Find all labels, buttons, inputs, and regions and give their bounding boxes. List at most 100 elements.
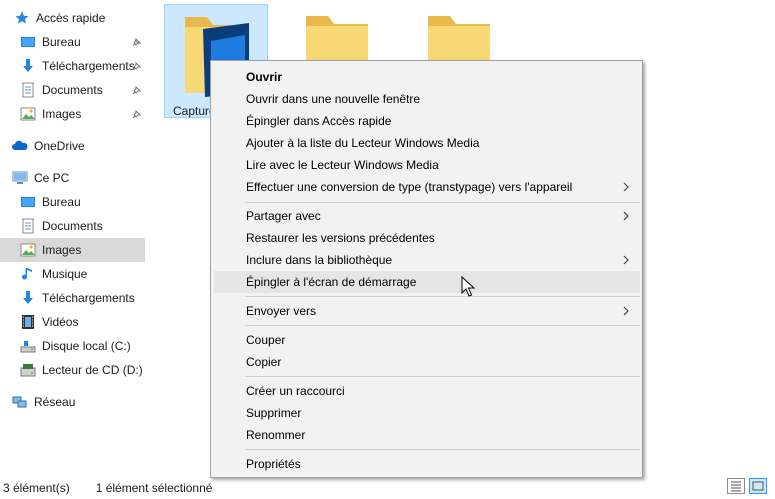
- menu-item-delete[interactable]: Supprimer: [214, 402, 640, 424]
- mouse-cursor-icon: [461, 276, 475, 297]
- menu-item-label: Copier: [246, 355, 282, 369]
- music-note-icon: [20, 266, 36, 282]
- computer-icon: [12, 170, 28, 186]
- menu-item-restore-versions[interactable]: Restaurer les versions précédentes: [214, 227, 640, 249]
- menu-item-open[interactable]: Ouvrir: [214, 66, 640, 88]
- nav-pc-documents[interactable]: Documents: [0, 214, 145, 238]
- menu-item-label: Partager avec: [246, 209, 321, 223]
- menu-separator: [245, 296, 640, 297]
- document-icon: [20, 82, 36, 98]
- menu-item-label: Supprimer: [246, 406, 302, 420]
- menu-item-label: Ouvrir dans une nouvelle fenêtre: [246, 92, 421, 106]
- menu-item-label: Ouvrir: [246, 70, 283, 84]
- film-icon: [20, 314, 36, 330]
- menu-item-include-library[interactable]: Inclure dans la bibliothèque: [214, 249, 640, 271]
- document-icon: [20, 218, 36, 234]
- download-arrow-icon: [20, 58, 36, 74]
- nav-label: Téléchargements: [42, 59, 135, 73]
- chevron-right-icon: [623, 255, 629, 265]
- pin-icon[interactable]: [131, 61, 142, 71]
- menu-item-open-new-window[interactable]: Ouvrir dans une nouvelle fenêtre: [214, 88, 640, 110]
- menu-item-label: Effectuer une conversion de type (transt…: [246, 180, 573, 194]
- large-icons-view-icon: [752, 481, 764, 491]
- large-icons-view-button[interactable]: [749, 478, 767, 494]
- menu-item-label: Couper: [246, 333, 286, 347]
- menu-separator: [245, 449, 640, 450]
- nav-label: Lecteur de CD (D:) J: [42, 363, 145, 377]
- nav-pc-telechargements[interactable]: Téléchargements: [0, 286, 145, 310]
- nav-label: OneDrive: [34, 139, 85, 153]
- menu-item-cast-to-device[interactable]: Effectuer une conversion de type (transt…: [214, 176, 640, 198]
- menu-item-share-with[interactable]: Partager avec: [214, 205, 640, 227]
- status-bar: 3 élément(s) 1 élément sélectionné: [0, 476, 775, 499]
- nav-label: Documents: [42, 219, 103, 233]
- nav-network[interactable]: Réseau: [0, 390, 145, 414]
- context-menu: Ouvrir Ouvrir dans une nouvelle fenêtre …: [210, 60, 643, 478]
- nav-label: Images: [42, 243, 82, 257]
- menu-item-label: Épingler dans Accès rapide: [246, 114, 392, 128]
- menu-item-label: Inclure dans la bibliothèque: [246, 253, 393, 267]
- menu-item-copy[interactable]: Copier: [214, 351, 640, 373]
- cloud-icon: [12, 138, 28, 154]
- pin-icon[interactable]: [131, 37, 142, 47]
- menu-item-properties[interactable]: Propriétés: [214, 453, 640, 475]
- menu-item-create-shortcut[interactable]: Créer un raccourci: [214, 380, 640, 402]
- nav-this-pc[interactable]: Ce PC: [0, 166, 145, 190]
- nav-label: Musique: [42, 267, 88, 281]
- nav-pc-cd-drive[interactable]: Lecteur de CD (D:) J: [0, 358, 145, 382]
- menu-item-cut[interactable]: Couper: [214, 329, 640, 351]
- nav-pc-musique[interactable]: Musique: [0, 262, 145, 286]
- chevron-right-icon: [623, 211, 629, 221]
- cd-drive-icon: [20, 362, 36, 378]
- nav-pc-images[interactable]: Images: [0, 238, 145, 262]
- nav-quick-images[interactable]: Images: [0, 102, 145, 126]
- navigation-pane: Accès rapide Bureau Téléchargements Docu…: [0, 0, 150, 474]
- pin-icon[interactable]: [131, 109, 142, 119]
- menu-item-label: Restaurer les versions précédentes: [246, 231, 435, 245]
- nav-label: Images: [42, 107, 82, 121]
- selection-count: 1 élément sélectionné: [95, 480, 213, 495]
- desktop-icon: [20, 194, 36, 210]
- menu-item-label: Lire avec le Lecteur Windows Media: [246, 158, 439, 172]
- network-icon: [12, 394, 28, 410]
- download-arrow-icon: [20, 290, 36, 306]
- nav-pc-videos[interactable]: Vidéos: [0, 310, 145, 334]
- nav-label: Disque local (C:): [42, 339, 131, 353]
- menu-item-label: Renommer: [246, 428, 306, 442]
- menu-item-pin-start[interactable]: Épingler à l'écran de démarrage: [214, 271, 640, 293]
- nav-label: Réseau: [34, 395, 76, 409]
- menu-item-label: Créer un raccourci: [246, 384, 345, 398]
- menu-separator: [245, 325, 640, 326]
- nav-label: Accès rapide: [36, 11, 106, 25]
- menu-item-send-to[interactable]: Envoyer vers: [214, 300, 640, 322]
- menu-item-label: Épingler à l'écran de démarrage: [246, 275, 417, 289]
- menu-item-add-wmp-list[interactable]: Ajouter à la liste du Lecteur Windows Me…: [214, 132, 640, 154]
- nav-pc-bureau[interactable]: Bureau: [0, 190, 145, 214]
- menu-item-label: Envoyer vers: [246, 304, 317, 318]
- menu-separator: [245, 202, 640, 203]
- menu-item-play-wmp[interactable]: Lire avec le Lecteur Windows Media: [214, 154, 640, 176]
- nav-pc-local-disk[interactable]: Disque local (C:): [0, 334, 145, 358]
- menu-item-rename[interactable]: Renommer: [214, 424, 640, 446]
- pictures-icon: [20, 242, 36, 258]
- chevron-right-icon: [623, 306, 629, 316]
- chevron-right-icon: [623, 182, 629, 192]
- nav-quick-documents[interactable]: Documents: [0, 78, 145, 102]
- nav-onedrive[interactable]: OneDrive: [0, 134, 145, 158]
- details-view-button[interactable]: [727, 478, 745, 494]
- nav-label: Bureau: [42, 195, 81, 209]
- nav-quick-telechargements[interactable]: Téléchargements: [0, 54, 145, 78]
- details-view-icon: [731, 481, 741, 492]
- menu-item-pin-quick-access[interactable]: Épingler dans Accès rapide: [214, 110, 640, 132]
- menu-separator: [245, 376, 640, 377]
- nav-label: Ce PC: [34, 171, 70, 185]
- pin-icon[interactable]: [131, 85, 142, 95]
- nav-quick-access[interactable]: Accès rapide: [0, 6, 145, 30]
- star-icon: [14, 10, 30, 26]
- item-count: 3 élément(s): [3, 480, 70, 495]
- nav-label: Téléchargements: [42, 291, 135, 305]
- menu-item-label: Ajouter à la liste du Lecteur Windows Me…: [246, 136, 480, 150]
- menu-item-label: Propriétés: [246, 457, 301, 471]
- nav-quick-bureau[interactable]: Bureau: [0, 30, 145, 54]
- pictures-icon: [20, 106, 36, 122]
